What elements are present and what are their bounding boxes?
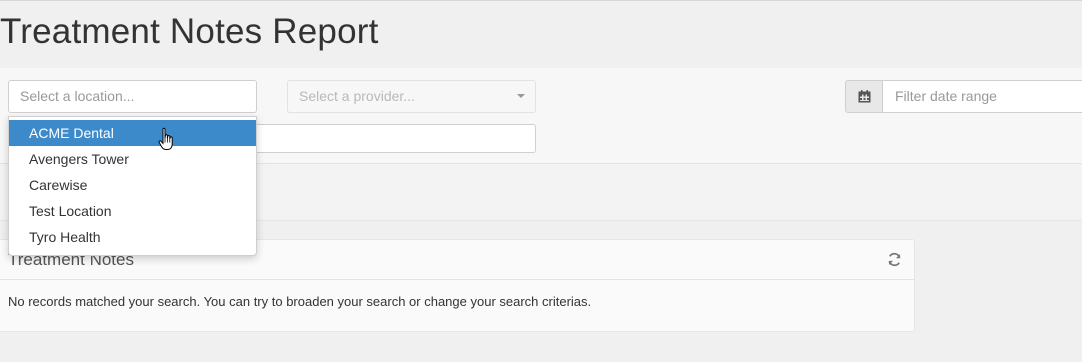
provider-select[interactable]: Select a provider... [287, 80, 536, 113]
location-dropdown: ACME Dental Avengers Tower Carewise Test… [8, 116, 257, 256]
location-option[interactable]: Tyro Health [9, 224, 256, 250]
location-select[interactable]: Select a location... [8, 80, 257, 113]
location-option[interactable]: Test Location [9, 198, 256, 224]
hand-pointer-icon [158, 127, 173, 150]
provider-select-placeholder: Select a provider... [299, 88, 415, 104]
secondary-filter-input[interactable] [255, 124, 536, 153]
page-title: Treatment Notes Report [0, 12, 379, 51]
top-border [0, 0, 1082, 1]
calendar-button[interactable] [845, 80, 883, 113]
location-option[interactable]: ACME Dental [9, 120, 256, 146]
calendar-icon [858, 90, 870, 103]
refresh-icon[interactable] [887, 252, 902, 267]
date-range-input[interactable]: Filter date range [882, 80, 1082, 113]
location-select-placeholder: Select a location... [20, 88, 135, 104]
location-option[interactable]: Avengers Tower [9, 146, 256, 172]
location-option[interactable]: Carewise [9, 172, 256, 198]
date-range-placeholder: Filter date range [895, 88, 997, 104]
empty-message: No records matched your search. You can … [8, 294, 592, 309]
chevron-down-icon [517, 94, 525, 98]
